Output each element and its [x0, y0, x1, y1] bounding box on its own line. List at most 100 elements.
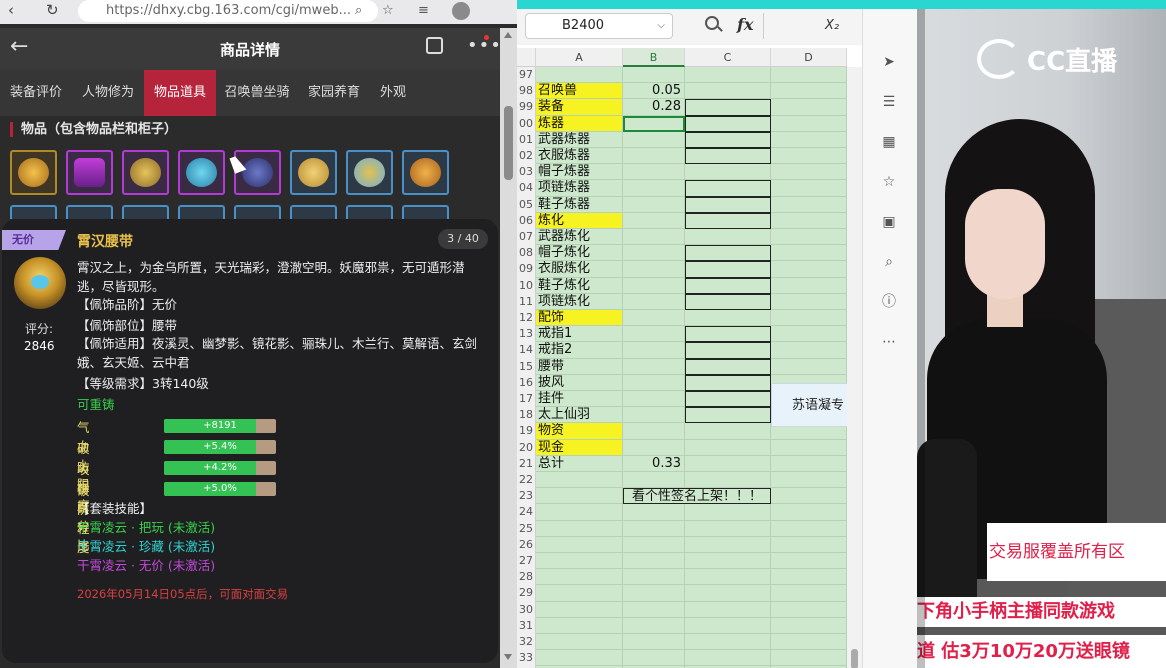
cell-c[interactable]: [685, 83, 771, 100]
cell-b[interactable]: 0.33: [623, 455, 685, 472]
cell-c[interactable]: [685, 391, 771, 408]
page-scrollbar[interactable]: [500, 28, 517, 668]
cell-c[interactable]: [685, 358, 771, 375]
corner-cell[interactable]: [517, 48, 536, 67]
cell-d[interactable]: [771, 277, 847, 294]
cell-b[interactable]: [623, 310, 685, 327]
item-slot[interactable]: [122, 150, 169, 195]
cell-d[interactable]: [771, 196, 847, 213]
bookmark-icon[interactable]: ☆: [382, 3, 394, 18]
cell-b[interactable]: [623, 650, 685, 667]
cursor-icon[interactable]: ➤: [880, 53, 898, 71]
cell-d[interactable]: [771, 585, 847, 602]
item-slot[interactable]: [122, 205, 169, 219]
col-header-a[interactable]: A: [536, 48, 623, 67]
cell-d[interactable]: [771, 504, 847, 521]
cell-b[interactable]: [623, 326, 685, 343]
cell-d[interactable]: [771, 131, 847, 148]
col-header-d[interactable]: D: [771, 48, 847, 67]
cell-a[interactable]: [536, 67, 623, 84]
row-number[interactable]: 99: [517, 99, 536, 116]
cell-c[interactable]: [685, 131, 771, 148]
cell-a[interactable]: 戒指2: [536, 342, 623, 359]
cell-b[interactable]: [623, 601, 685, 618]
cell-c[interactable]: [685, 407, 771, 424]
more-icon[interactable]: ⋯: [880, 333, 898, 351]
name-box[interactable]: B2400 ⌵: [525, 13, 673, 39]
sheet-scroll-thumb[interactable]: [851, 649, 858, 668]
cell-c[interactable]: [685, 536, 771, 553]
cell-c[interactable]: [685, 67, 771, 84]
row-number[interactable]: 10: [517, 277, 536, 294]
cell-a[interactable]: [536, 634, 623, 651]
cell-c[interactable]: [685, 196, 771, 213]
row-number[interactable]: 33: [517, 650, 536, 667]
cell-c[interactable]: [685, 472, 771, 489]
cell-b[interactable]: [623, 131, 685, 148]
cell-a[interactable]: [536, 617, 623, 634]
scroll-down-icon[interactable]: [504, 654, 512, 660]
cell-c[interactable]: [685, 261, 771, 278]
row-number[interactable]: 15: [517, 358, 536, 375]
cell-d[interactable]: [771, 212, 847, 229]
cell-a[interactable]: 挂件: [536, 391, 623, 408]
cell-b[interactable]: [623, 423, 685, 440]
zoom-icon[interactable]: [705, 16, 719, 30]
cell-d[interactable]: [771, 520, 847, 537]
cell-a[interactable]: 戒指1: [536, 326, 623, 343]
cell-c[interactable]: [685, 229, 771, 246]
row-number[interactable]: 27: [517, 553, 536, 570]
cell-b[interactable]: [623, 293, 685, 310]
row-number[interactable]: 08: [517, 245, 536, 262]
row-number[interactable]: 20: [517, 439, 536, 456]
cell-d[interactable]: [771, 229, 847, 246]
share-icon[interactable]: [426, 37, 443, 54]
cell-a[interactable]: 总计: [536, 455, 623, 472]
cell-c[interactable]: [685, 585, 771, 602]
cell-a[interactable]: 腰带: [536, 358, 623, 375]
cell-c[interactable]: [685, 148, 771, 165]
cell-a[interactable]: 衣服炼器: [536, 148, 623, 165]
cell-b[interactable]: [623, 277, 685, 294]
row-number[interactable]: 23: [517, 488, 536, 505]
cell-d[interactable]: [771, 488, 847, 505]
cell-d[interactable]: [771, 601, 847, 618]
cell-a[interactable]: 炼化: [536, 212, 623, 229]
cell-b[interactable]: [623, 504, 685, 521]
cell-c[interactable]: [685, 504, 771, 521]
row-number[interactable]: 98: [517, 83, 536, 100]
fx-icon[interactable]: fx: [737, 15, 753, 34]
cell-a[interactable]: 太上仙羽: [536, 407, 623, 424]
cell-b[interactable]: [623, 569, 685, 586]
active-cell[interactable]: [623, 115, 685, 132]
item-slot[interactable]: [290, 205, 337, 219]
cell-c[interactable]: [685, 212, 771, 229]
search-icon[interactable]: ⌕: [355, 3, 362, 18]
cell-a[interactable]: [536, 520, 623, 537]
cell-a[interactable]: [536, 472, 623, 489]
cell-d[interactable]: [771, 293, 847, 310]
cell-a[interactable]: 装备: [536, 99, 623, 116]
image-icon[interactable]: ▣: [880, 213, 898, 231]
cell-a[interactable]: [536, 504, 623, 521]
cell-d[interactable]: [771, 99, 847, 116]
tab-pets-mounts[interactable]: 召唤兽坐骑: [216, 70, 298, 116]
cell-d[interactable]: [771, 650, 847, 667]
cell-b[interactable]: [623, 553, 685, 570]
cell-a[interactable]: [536, 585, 623, 602]
row-number[interactable]: 28: [517, 569, 536, 586]
cell-d[interactable]: [771, 245, 847, 262]
cell-a[interactable]: [536, 601, 623, 618]
col-header-c[interactable]: C: [685, 48, 771, 67]
cell-d[interactable]: [771, 536, 847, 553]
cell-a[interactable]: 鞋子炼器: [536, 196, 623, 213]
reload-icon[interactable]: ↻: [46, 1, 59, 19]
cell-d[interactable]: [771, 617, 847, 634]
cell-d[interactable]: [771, 326, 847, 343]
row-number[interactable]: 31: [517, 617, 536, 634]
cell-a[interactable]: 召唤兽: [536, 83, 623, 100]
cell-c[interactable]: [685, 520, 771, 537]
cell-c[interactable]: [685, 634, 771, 651]
item-slot[interactable]: [402, 150, 449, 195]
cell-d[interactable]: [771, 164, 847, 181]
